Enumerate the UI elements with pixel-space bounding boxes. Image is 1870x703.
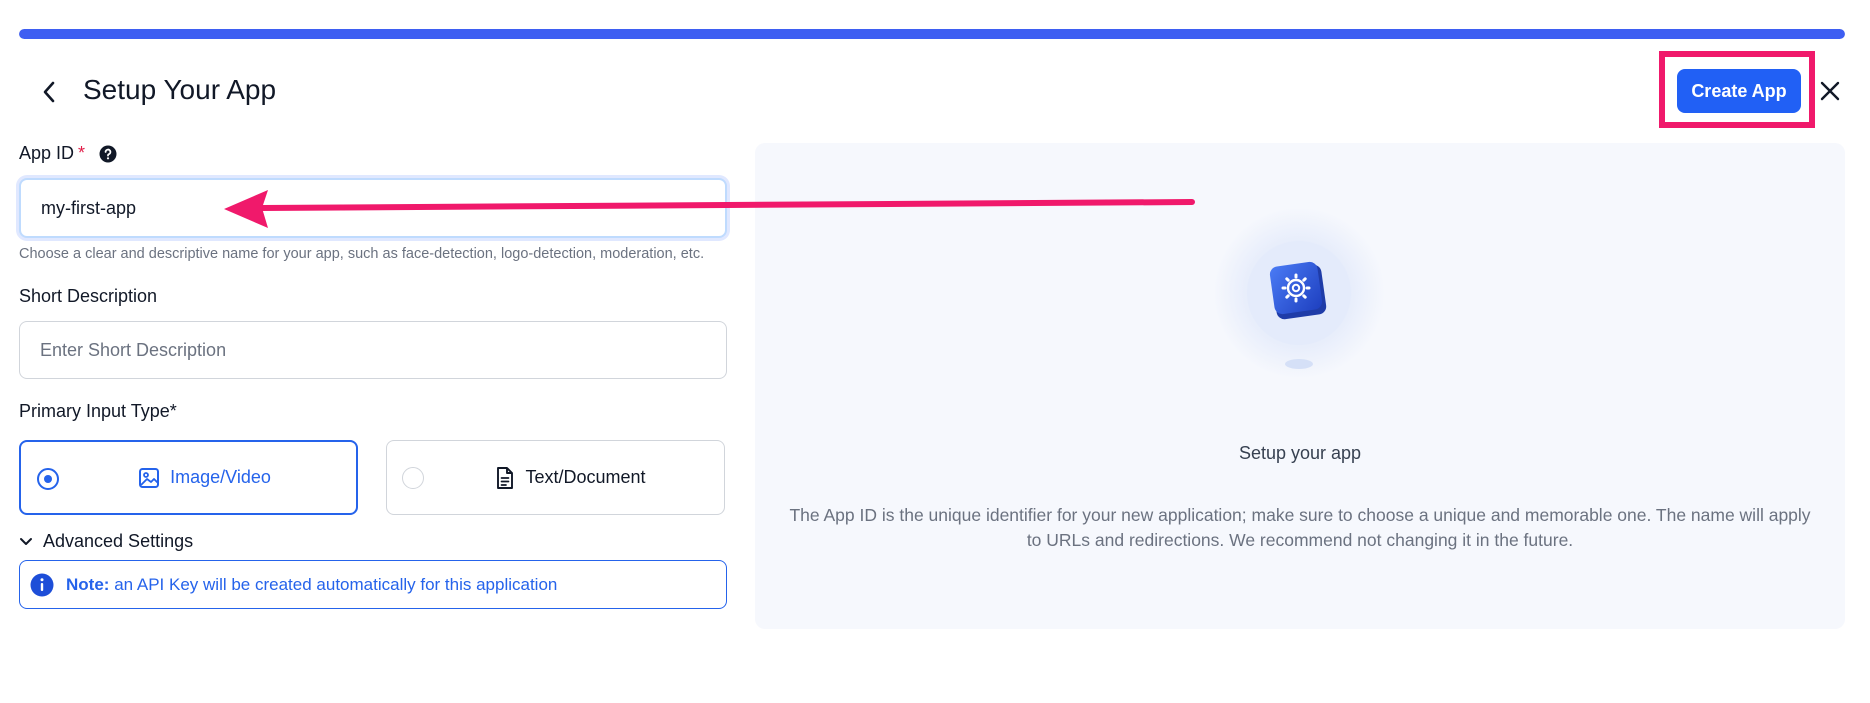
app-id-label: App ID * bbox=[19, 143, 117, 164]
api-key-note: Note: an API Key will be created automat… bbox=[19, 560, 727, 609]
note-prefix: Note: bbox=[66, 574, 110, 594]
info-panel: Setup your app The App ID is the unique … bbox=[755, 143, 1845, 629]
advanced-settings-toggle[interactable]: Advanced Settings bbox=[19, 531, 193, 552]
required-mark: * bbox=[78, 143, 86, 163]
note-text: an API Key will be created automatically… bbox=[114, 574, 558, 594]
chevron-left-icon bbox=[43, 81, 55, 103]
app-id-input[interactable] bbox=[19, 178, 727, 238]
progress-bar bbox=[19, 29, 1845, 39]
app-id-helper-text: Choose a clear and descriptive name for … bbox=[19, 246, 705, 262]
back-button[interactable] bbox=[31, 74, 67, 110]
question-circle-icon[interactable] bbox=[99, 145, 117, 163]
create-app-button[interactable]: Create App bbox=[1677, 69, 1801, 113]
info-icon bbox=[30, 573, 54, 596]
page-title: Setup Your App bbox=[83, 74, 277, 105]
app-id-label-text: App ID bbox=[19, 143, 75, 163]
close-button[interactable] bbox=[1812, 73, 1848, 109]
chevron-down-icon bbox=[20, 537, 32, 545]
panel-description: The App ID is the unique identifier for … bbox=[789, 505, 1811, 550]
input-type-option-text-document[interactable]: Text/Document bbox=[386, 440, 725, 515]
header: Setup Your App bbox=[19, 64, 1845, 120]
input-type-option-image-video[interactable]: Image/Video bbox=[19, 440, 358, 515]
short-description-label: Short Description bbox=[19, 286, 158, 306]
advanced-settings-label: Advanced Settings bbox=[43, 531, 194, 551]
progress-bar-fill bbox=[19, 29, 1845, 39]
document-icon bbox=[497, 466, 514, 489]
image-icon bbox=[139, 467, 160, 488]
option-label-image-video: Image/Video bbox=[170, 467, 271, 487]
panel-title: Setup your app bbox=[1238, 443, 1362, 463]
option-label-text-document: Text/Document bbox=[525, 467, 646, 487]
close-icon bbox=[1820, 81, 1840, 101]
short-description-input[interactable] bbox=[19, 321, 727, 379]
gear-box-icon bbox=[1213, 209, 1385, 379]
primary-input-type-label: Primary Input Type* bbox=[19, 401, 177, 421]
